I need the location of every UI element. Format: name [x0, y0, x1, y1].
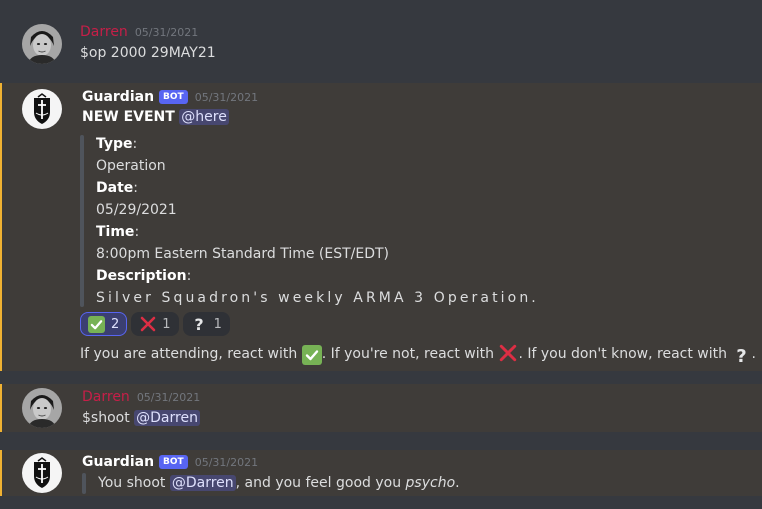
timestamp[interactable]: 05/31/2021: [195, 456, 258, 469]
avatar-guardian[interactable]: [22, 453, 62, 493]
event-title: NEW EVENT: [82, 109, 175, 125]
mention-here[interactable]: @here: [179, 109, 229, 125]
message-header: Guardian BOT 05/31/2021: [82, 87, 258, 107]
message-darren-shoot: Darren 05/31/2021 $shoot @Darren: [0, 384, 762, 432]
cross-mark-icon: [498, 343, 518, 363]
embed-field-date-value: 05/29/2021: [96, 202, 177, 218]
embed-left-bar: [82, 473, 86, 494]
embed-field-time-value: 8:00pm Eastern Standard Time (EST/EDT): [96, 246, 390, 262]
message-content: $op 2000 29MAY21: [80, 45, 216, 61]
timestamp[interactable]: 05/31/2021: [195, 91, 258, 104]
reaction-count: 2: [111, 316, 120, 332]
check-mark-icon: [301, 345, 322, 365]
embed-left-bar: [80, 135, 84, 307]
reaction-cross[interactable]: 1: [131, 312, 179, 336]
embed-field-time-label: Time:: [96, 224, 140, 240]
bot-badge: BOT: [159, 455, 188, 469]
reaction-check[interactable]: 2: [80, 312, 128, 336]
message-darren-op: Darren 05/31/2021 $op 2000 29MAY21: [0, 18, 762, 70]
check-mark-icon: [88, 315, 105, 333]
question-mark-icon: ?: [194, 314, 204, 334]
embed-field-type-value: Operation: [96, 158, 166, 174]
reactions-bar: 2 1 ? 1: [80, 312, 230, 336]
message-guardian-shoot-reply: Guardian BOT 05/31/2021 You shoot @Darre…: [0, 450, 762, 496]
avatar-guardian[interactable]: [22, 89, 62, 129]
message-header: Guardian BOT 05/31/2021: [82, 452, 258, 472]
reaction-count: 1: [213, 316, 222, 332]
message-header: Darren 05/31/2021: [82, 387, 200, 407]
embed-field-type-label: Type:: [96, 136, 138, 152]
embed-field-desc-label: Description:: [96, 268, 192, 284]
mention-darren[interactable]: @Darren: [134, 410, 200, 426]
embed-field-date-label: Date:: [96, 180, 138, 196]
reaction-question[interactable]: ? 1: [182, 312, 230, 336]
message-content: NEW EVENT @here: [82, 107, 229, 127]
timestamp[interactable]: 05/31/2021: [137, 391, 200, 404]
username[interactable]: Darren: [82, 389, 130, 405]
username[interactable]: Guardian: [82, 454, 154, 470]
username[interactable]: Guardian: [82, 89, 154, 105]
message-content: You shoot @Darren, and you feel good you…: [98, 475, 460, 491]
avatar-darren[interactable]: [22, 24, 62, 64]
bot-badge: BOT: [159, 90, 188, 104]
reaction-count: 1: [162, 316, 171, 332]
cross-mark-icon: [139, 316, 156, 333]
username[interactable]: Darren: [80, 24, 128, 40]
question-mark-icon: ?: [736, 346, 747, 367]
message-header: Darren 05/31/2021: [80, 22, 198, 42]
mention-darren[interactable]: @Darren: [169, 475, 236, 491]
message-content: $shoot @Darren: [82, 410, 200, 426]
embed-field-desc-value: Silver Squadron's weekly ARMA 3 Operatio…: [96, 290, 539, 306]
avatar-darren[interactable]: [22, 388, 62, 428]
event-instructions: If you are attending, react with . If yo…: [80, 343, 756, 367]
timestamp[interactable]: 05/31/2021: [135, 26, 198, 39]
